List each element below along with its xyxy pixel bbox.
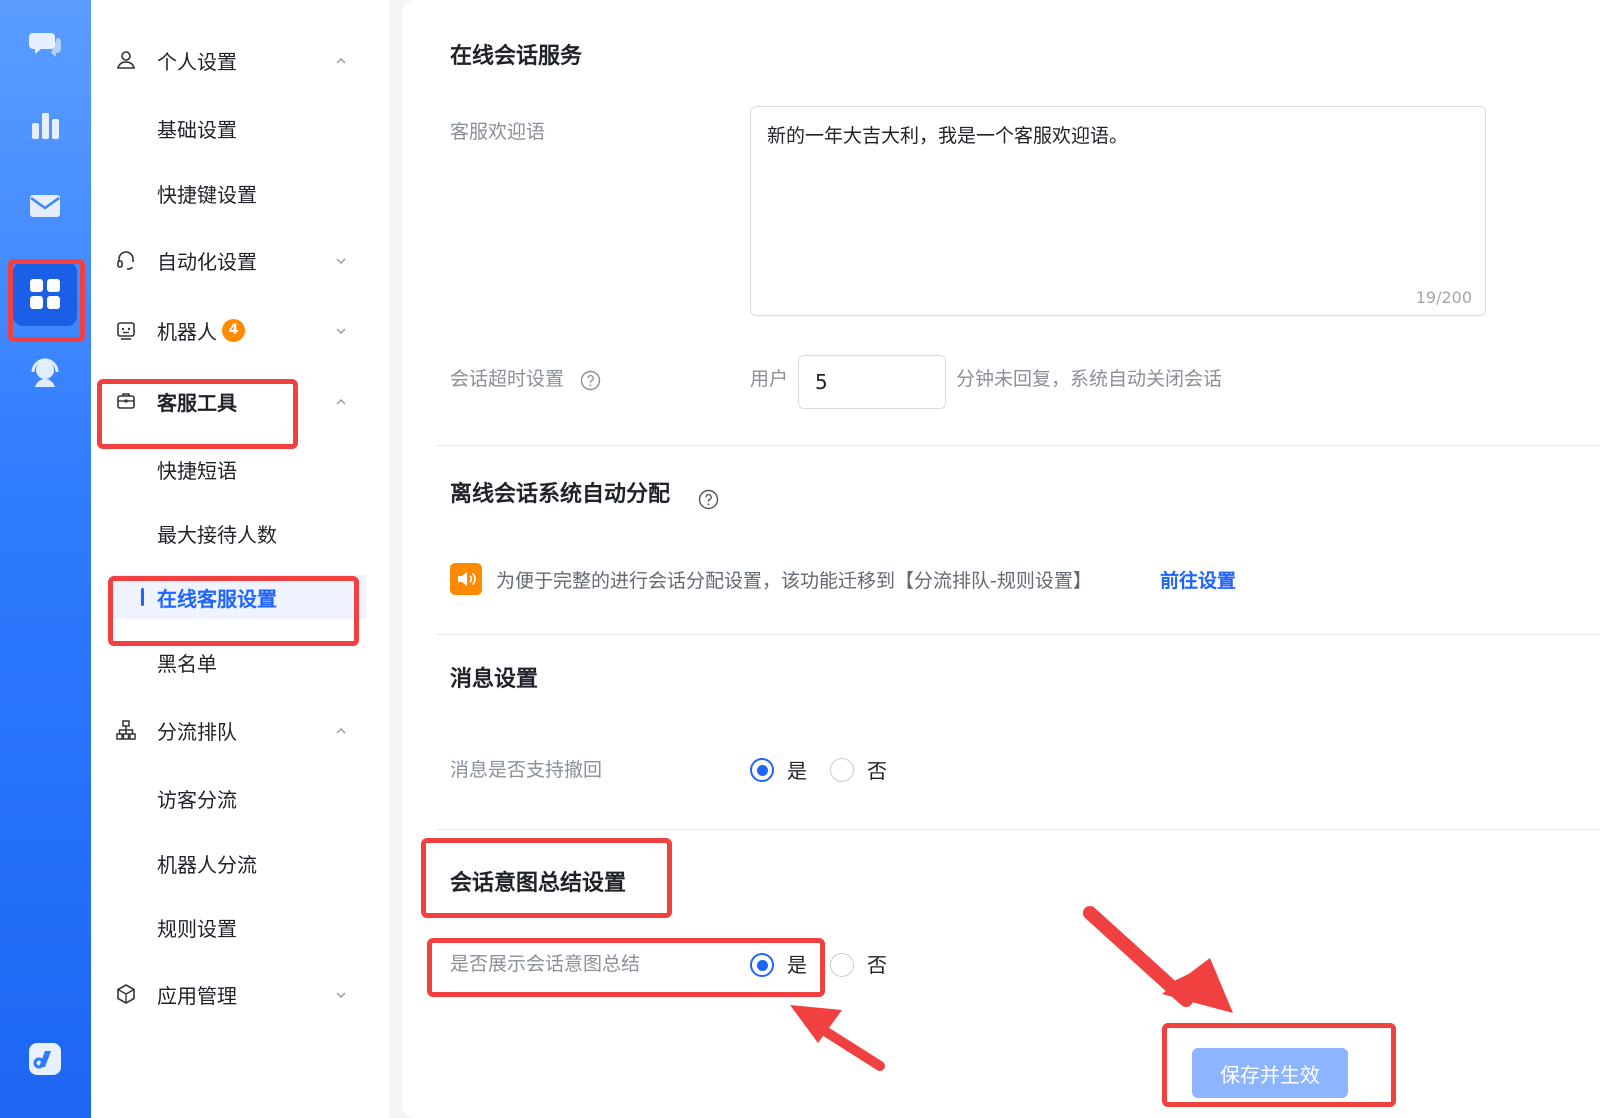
menu-group-label: 个人设置 bbox=[157, 49, 237, 74]
radio-label-yes: 是 bbox=[787, 953, 807, 977]
timeout-minutes-input[interactable] bbox=[798, 355, 946, 409]
user-icon bbox=[115, 49, 137, 71]
sidebar-item-label: 快捷短语 bbox=[157, 458, 237, 483]
sidebar-item-rule-settings[interactable]: 规则设置 bbox=[91, 905, 389, 949]
timeout-suffix: 分钟未回复，系统自动关闭会话 bbox=[956, 368, 1223, 390]
sidebar-item-shortcuts[interactable]: 快捷键设置 bbox=[91, 171, 389, 215]
recall-label: 消息是否支持撤回 bbox=[450, 759, 603, 781]
sidebar-item-basic[interactable]: 基础设置 bbox=[91, 106, 389, 150]
intent-summary-no-radio[interactable] bbox=[830, 953, 854, 977]
radio-label-no: 否 bbox=[867, 953, 887, 977]
menu-group-robot[interactable]: 机器人 4 bbox=[91, 308, 389, 352]
menu-group-service-tools[interactable]: 客服工具 bbox=[91, 379, 389, 423]
greeting-label: 客服欢迎语 bbox=[450, 121, 546, 143]
sidebar-item-label: 访客分流 bbox=[157, 787, 237, 812]
notification-badge: 4 bbox=[222, 318, 245, 342]
sidebar-item-visitor-routing[interactable]: 访客分流 bbox=[91, 776, 389, 820]
section-title-message-settings: 消息设置 bbox=[450, 667, 539, 692]
sidebar-item-quick-phrases[interactable]: 快捷短语 bbox=[91, 447, 389, 491]
settings-panel: 在线会话服务 客服欢迎语 新的一年大吉大利，我是一个客服欢迎语。 19/200 … bbox=[402, 0, 1600, 1118]
sidebar-item-blacklist[interactable]: 黑名单 bbox=[91, 640, 389, 684]
go-settings-link[interactable]: 前往设置 bbox=[1160, 566, 1236, 593]
migration-notice: 为便于完整的进行会话分配设置，该功能迁移到【分流排队-规则设置】 bbox=[496, 570, 1092, 592]
menu-group-label: 客服工具 bbox=[157, 390, 237, 415]
timeout-prefix: 用户 bbox=[750, 368, 789, 390]
menu-group-personal[interactable]: 个人设置 bbox=[91, 38, 389, 82]
sidebar-item-label: 在线客服设置 bbox=[157, 586, 277, 611]
timeout-label: 会话超时设置 bbox=[450, 368, 565, 390]
sidebar-item-online-service-settings[interactable]: 在线客服设置 bbox=[111, 575, 366, 619]
chevron-up-icon bbox=[334, 394, 348, 408]
app-rail bbox=[0, 0, 91, 1118]
menu-group-label: 机器人 bbox=[157, 319, 217, 344]
menu-group-label: 分流排队 bbox=[157, 719, 237, 744]
bar-chart-icon[interactable] bbox=[22, 102, 68, 148]
cube-icon bbox=[115, 983, 137, 1005]
section-divider bbox=[436, 829, 1600, 830]
menu-group-app-management[interactable]: 应用管理 bbox=[91, 972, 389, 1016]
save-and-apply-button[interactable]: 保存并生效 bbox=[1192, 1048, 1348, 1098]
chevron-up-icon bbox=[334, 53, 348, 67]
menu-group-label: 自动化设置 bbox=[157, 249, 257, 274]
sidebar-item-label: 黑名单 bbox=[157, 651, 217, 676]
menu-group-routing-queue[interactable]: 分流排队 bbox=[91, 708, 389, 752]
active-indicator bbox=[141, 588, 144, 606]
radio-label-yes: 是 bbox=[787, 759, 807, 783]
robot-icon bbox=[115, 319, 137, 341]
help-icon[interactable] bbox=[698, 489, 719, 510]
agent-headset-icon[interactable] bbox=[22, 350, 68, 396]
sidebar-item-label: 快捷键设置 bbox=[157, 182, 257, 207]
menu-group-label: 应用管理 bbox=[157, 983, 237, 1008]
chevron-down-icon bbox=[334, 987, 348, 1001]
speaker-icon bbox=[450, 563, 482, 595]
help-icon[interactable] bbox=[580, 370, 601, 391]
recall-no-radio[interactable] bbox=[830, 758, 854, 782]
menu-group-automation[interactable]: 自动化设置 bbox=[91, 238, 389, 282]
section-title-intent-summary: 会话意图总结设置 bbox=[450, 871, 627, 896]
chevron-up-icon bbox=[334, 723, 348, 737]
section-divider bbox=[436, 634, 1600, 635]
sidebar-item-robot-routing[interactable]: 机器人分流 bbox=[91, 841, 389, 885]
sidebar-item-label: 机器人分流 bbox=[157, 852, 257, 877]
brand-logo-icon[interactable] bbox=[22, 1036, 68, 1082]
section-title-offline-assign: 离线会话系统自动分配 bbox=[450, 482, 671, 507]
section-divider bbox=[436, 445, 1600, 446]
char-counter: 19/200 bbox=[1415, 288, 1472, 307]
chevron-down-icon bbox=[334, 253, 348, 267]
intent-summary-yes-radio[interactable] bbox=[750, 953, 774, 977]
chevron-down-icon bbox=[334, 323, 348, 337]
sidebar-item-label: 最大接待人数 bbox=[157, 522, 277, 547]
settings-sidebar: 个人设置 基础设置 快捷键设置 自动化设置 机器人 4 客服工具 快捷短语 最大… bbox=[91, 0, 389, 1118]
sidebar-item-max-reception[interactable]: 最大接待人数 bbox=[91, 511, 389, 555]
org-chart-icon bbox=[115, 719, 137, 741]
toolbox-icon bbox=[115, 390, 137, 412]
headset-icon bbox=[115, 249, 137, 271]
greeting-textarea[interactable]: 新的一年大吉大利，我是一个客服欢迎语。 bbox=[750, 106, 1486, 316]
show-intent-summary-label: 是否展示会话意图总结 bbox=[450, 953, 641, 975]
chat-bubbles-icon[interactable] bbox=[22, 20, 68, 66]
sidebar-item-label: 基础设置 bbox=[157, 117, 237, 142]
section-title-online-service: 在线会话服务 bbox=[450, 44, 583, 69]
mail-icon[interactable] bbox=[22, 183, 68, 229]
radio-label-no: 否 bbox=[867, 759, 887, 783]
sidebar-item-label: 规则设置 bbox=[157, 916, 237, 941]
apps-grid-icon[interactable] bbox=[13, 262, 77, 326]
recall-yes-radio[interactable] bbox=[750, 758, 774, 782]
